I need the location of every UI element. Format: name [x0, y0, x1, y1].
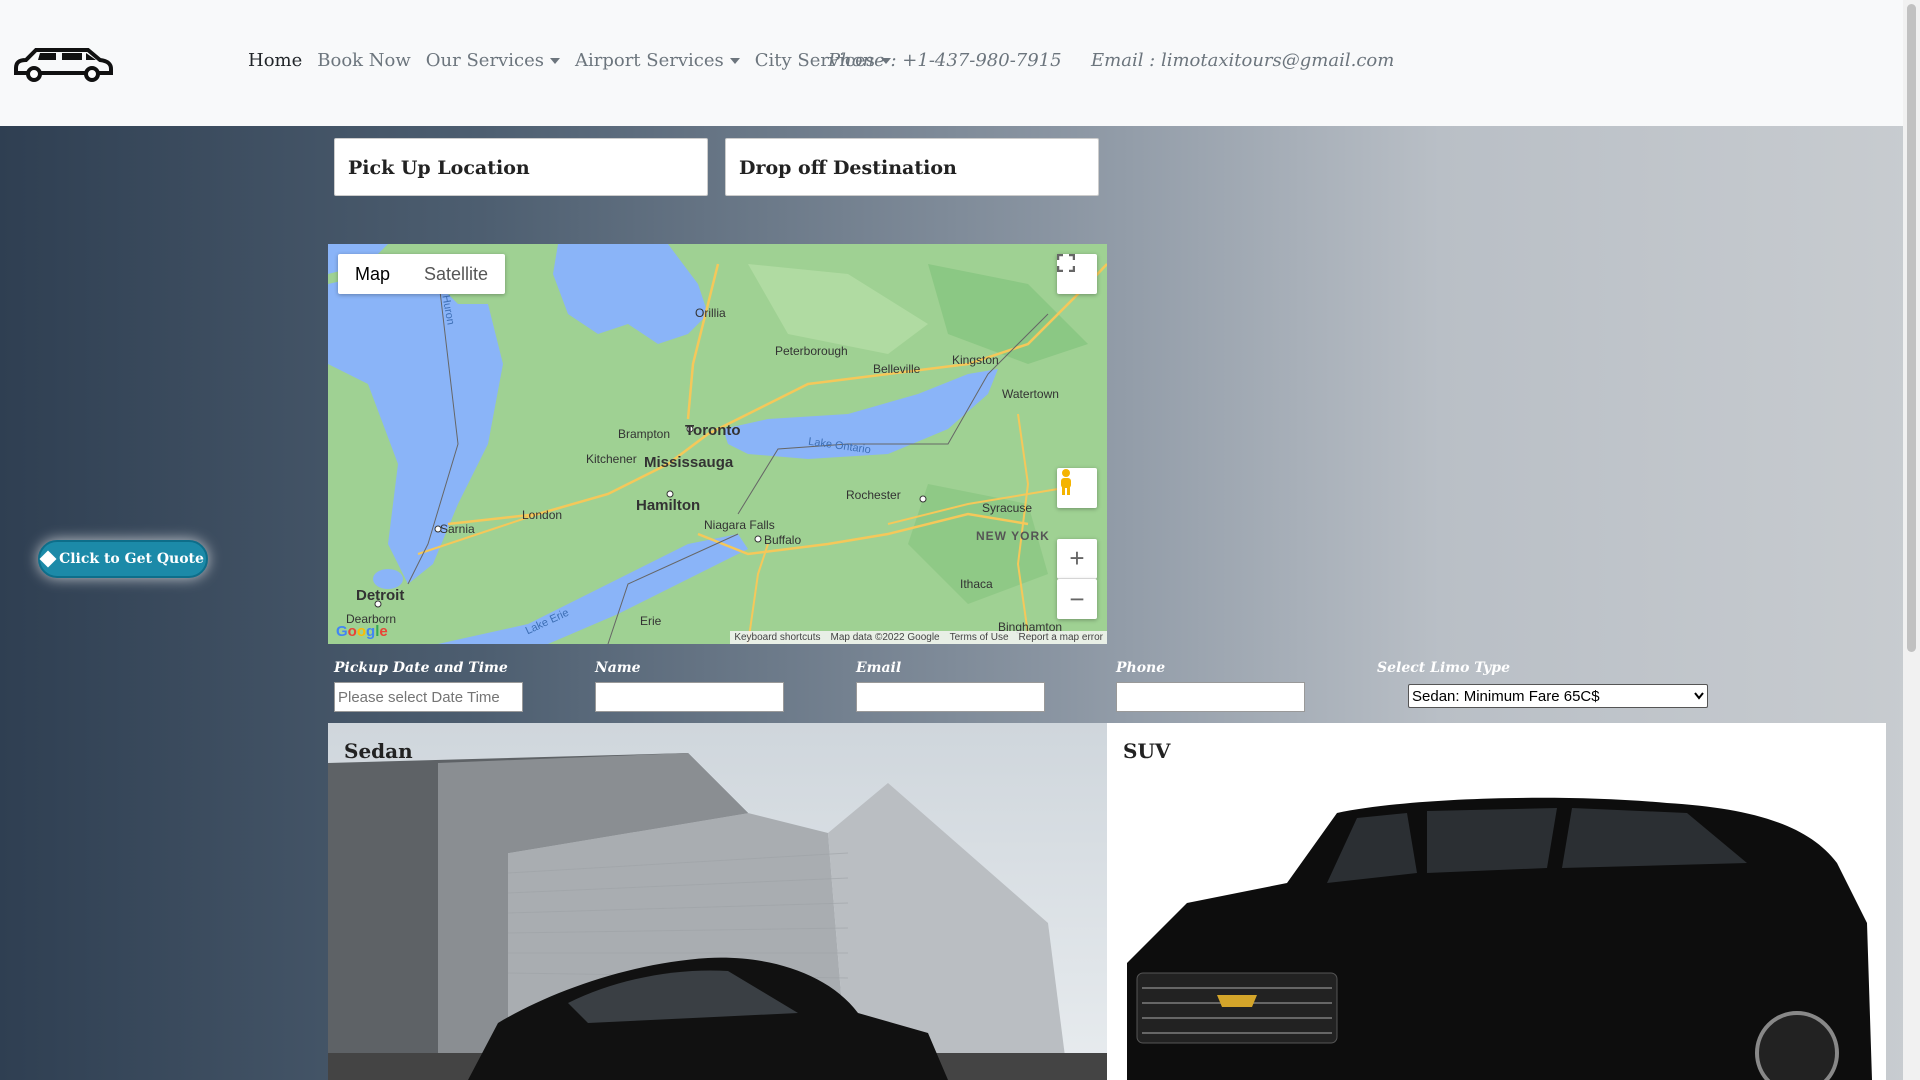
map-label-sarnia: Sarnia — [440, 522, 475, 536]
limo-car-icon[interactable] — [10, 42, 114, 84]
chevron-down-icon — [549, 58, 560, 64]
limo-type-select[interactable]: Sedan: Minimum Fare 65C$ — [1408, 684, 1708, 708]
map-label-detroit: Detroit — [356, 587, 405, 604]
phone-label: Phone — [1116, 660, 1166, 676]
map-attribution: Keyboard shortcuts Map data ©2022 Google… — [730, 631, 1107, 644]
map-label-rochester: Rochester — [846, 488, 901, 502]
map-label-kingston: Kingston — [952, 353, 999, 367]
map-label-brampton: Brampton — [618, 427, 671, 441]
map-label-erie: Erie — [640, 614, 662, 628]
scrollbar-thumb[interactable] — [1907, 4, 1916, 652]
nav-book-now[interactable]: Book Now — [317, 50, 411, 71]
map-label-mississauga: Mississauga — [644, 454, 734, 471]
map-label-buffalo: Buffalo — [764, 533, 802, 547]
nav-our-services-label: Our Services — [425, 50, 544, 71]
name-input[interactable] — [595, 682, 784, 712]
street-view-pegman-button[interactable] — [1057, 468, 1097, 508]
map-label-new-york: NEW YORK — [976, 529, 1050, 543]
google-map[interactable]: Toronto Mississauga Hamilton Detroit Bra… — [328, 244, 1107, 644]
sedan-photo — [328, 723, 1107, 1080]
map-data-text: Map data ©2022 Google — [830, 632, 940, 643]
fullscreen-icon — [1057, 254, 1075, 272]
nav-airport-services[interactable]: Airport Services — [575, 50, 740, 71]
map-label-ithaca: Ithaca — [960, 577, 993, 591]
zoom-in-button[interactable]: + — [1057, 539, 1097, 579]
get-quote-label: Click to Get Quote — [59, 551, 204, 567]
plus-icon: + — [1069, 543, 1085, 573]
map-label-london: London — [522, 508, 563, 522]
google-logo[interactable]: Google — [336, 623, 388, 640]
nav-links: Home Book Now Our Services Airport Servi… — [248, 50, 906, 71]
navbar: Home Book Now Our Services Airport Servi… — [0, 0, 1903, 126]
limo-type-selected: Sedan: Minimum Fare 65C$ — [1412, 687, 1600, 705]
map-label-niagara-falls: Niagara Falls — [704, 518, 775, 532]
pickup-datetime-input[interactable] — [334, 682, 523, 712]
map-type-map-button[interactable]: Map — [338, 254, 407, 294]
phone-input[interactable] — [1116, 682, 1305, 712]
map-label-orillia: Orillia — [695, 306, 726, 320]
map-label-kitchener: Kitchener — [586, 452, 637, 466]
phone-number[interactable]: Phone : +1-437-980-7915 — [828, 50, 1062, 71]
suv-card[interactable]: SUV — [1107, 723, 1886, 1080]
limo-type-label: Select Limo Type — [1377, 660, 1511, 676]
pegman-icon — [1061, 469, 1071, 495]
zoom-out-button[interactable]: − — [1057, 579, 1097, 619]
get-quote-button[interactable]: Click to Get Quote — [38, 540, 208, 578]
map-label-watertown: Watertown — [1002, 387, 1059, 401]
nav-our-services[interactable]: Our Services — [426, 50, 560, 71]
page-scrollbar[interactable] — [1903, 0, 1920, 1080]
map-label-syracuse: Syracuse — [982, 501, 1033, 515]
map-label-hamilton: Hamilton — [636, 497, 701, 514]
map-label-belleville: Belleville — [873, 362, 921, 376]
sedan-title: Sedan — [344, 739, 413, 763]
email-address[interactable]: Email : limotaxitours@gmail.com — [1091, 50, 1394, 71]
nav-home[interactable]: Home — [248, 50, 302, 71]
map-label-toronto: Toronto — [685, 422, 741, 439]
map-type-control: Map Satellite — [338, 254, 506, 294]
map-type-satellite-button[interactable]: Satellite — [407, 254, 505, 294]
name-label: Name — [595, 660, 641, 676]
keyboard-shortcuts-link[interactable]: Keyboard shortcuts — [734, 632, 820, 643]
chevron-down-icon — [1694, 692, 1704, 700]
sedan-card[interactable]: Sedan — [328, 723, 1107, 1080]
pickup-datetime-label: Pickup Date and Time — [334, 660, 508, 676]
minus-icon: − — [1069, 583, 1085, 614]
map-label-peterborough: Peterborough — [775, 344, 848, 358]
nav-airport-services-label: Airport Services — [574, 50, 724, 71]
suv-photo — [1107, 723, 1886, 1080]
fullscreen-button[interactable] — [1057, 254, 1097, 294]
directions-icon — [39, 550, 57, 568]
email-label: Email — [856, 660, 902, 676]
suv-title: SUV — [1123, 739, 1171, 763]
terms-of-use-link[interactable]: Terms of Use — [950, 632, 1009, 643]
pickup-location-input[interactable]: Pick Up Location — [334, 138, 708, 196]
dropoff-destination-input[interactable]: Drop off Destination — [725, 138, 1099, 196]
report-map-error-link[interactable]: Report a map error — [1019, 632, 1103, 643]
email-input[interactable] — [856, 682, 1045, 712]
chevron-down-icon — [729, 58, 740, 64]
